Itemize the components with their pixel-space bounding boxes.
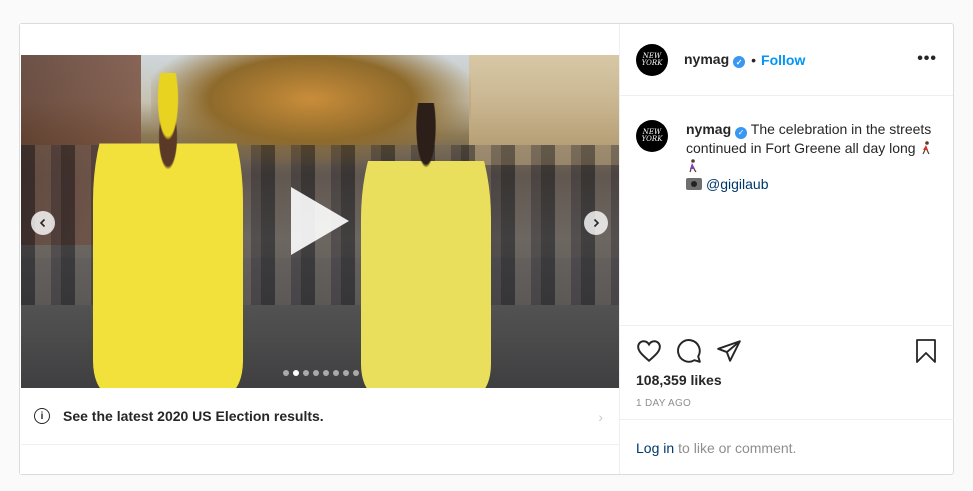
carousel-dot[interactable] (283, 370, 289, 376)
heart-icon[interactable] (636, 338, 662, 364)
timestamp[interactable]: 1 DAY AGO (636, 398, 691, 409)
dancer-icon (689, 159, 697, 173)
info-icon: i (34, 408, 50, 424)
post-header: NEW YORK nymag ✓ • Follow ••• (620, 24, 953, 96)
login-prompt: Log in to like or comment. (620, 419, 954, 475)
carousel-dot[interactable] (333, 370, 339, 376)
chevron-left-icon[interactable] (31, 211, 55, 235)
login-link[interactable]: Log in (636, 440, 674, 456)
caption-avatar[interactable]: NEW YORK (636, 120, 668, 152)
separator: • (751, 51, 757, 68)
carousel-dot[interactable] (323, 370, 329, 376)
post-media: i See the latest 2020 US Election result… (20, 24, 619, 474)
follow-button[interactable]: Follow (761, 52, 805, 68)
action-icons (636, 338, 742, 364)
avatar[interactable]: NEW YORK (636, 43, 668, 76)
dancer-icon (922, 141, 931, 155)
likes-count[interactable]: 108,359 likes (636, 372, 722, 388)
post-video-frame[interactable] (21, 55, 619, 388)
username[interactable]: nymag ✓ (684, 51, 746, 69)
carousel-dot[interactable] (303, 370, 309, 376)
carousel-dot[interactable] (343, 370, 349, 376)
carousel-dot[interactable] (353, 370, 359, 376)
caption-username[interactable]: nymag (686, 121, 731, 137)
instagram-post: i See the latest 2020 US Election result… (19, 23, 954, 475)
carousel-dots (283, 370, 359, 376)
verified-icon: ✓ (733, 56, 746, 69)
caption: NEW YORK nymag ✓ The celebration in the s… (636, 120, 952, 193)
dancer-woman-yellow (361, 103, 491, 388)
post-actions: 108,359 likes 1 DAY AGO Log in to like o… (620, 325, 954, 474)
post-sidebar: NEW YORK nymag ✓ • Follow ••• NEW YORK ny… (619, 24, 954, 474)
share-icon[interactable] (716, 338, 742, 364)
save-button[interactable] (914, 338, 938, 369)
election-banner-text: See the latest 2020 US Election results. (63, 408, 324, 424)
carousel-dot[interactable] (293, 370, 299, 376)
dancer-man-yellow (93, 73, 243, 388)
camera-icon (686, 178, 702, 190)
mention-link[interactable]: @gigilaub (706, 176, 768, 192)
chevron-right-icon: › (598, 409, 603, 425)
carousel-dot[interactable] (313, 370, 319, 376)
bookmark-icon[interactable] (914, 338, 938, 364)
login-prompt-text: to like or comment. (678, 439, 797, 456)
username-text[interactable]: nymag (684, 51, 729, 67)
chevron-right-icon[interactable] (584, 211, 608, 235)
more-options-icon[interactable]: ••• (917, 50, 937, 68)
caption-body: nymag ✓ The celebration in the streets co… (686, 120, 952, 193)
play-icon[interactable] (291, 187, 349, 255)
comment-icon[interactable] (676, 338, 702, 364)
election-results-banner[interactable]: i See the latest 2020 US Election result… (21, 388, 619, 445)
verified-icon: ✓ (735, 127, 748, 139)
